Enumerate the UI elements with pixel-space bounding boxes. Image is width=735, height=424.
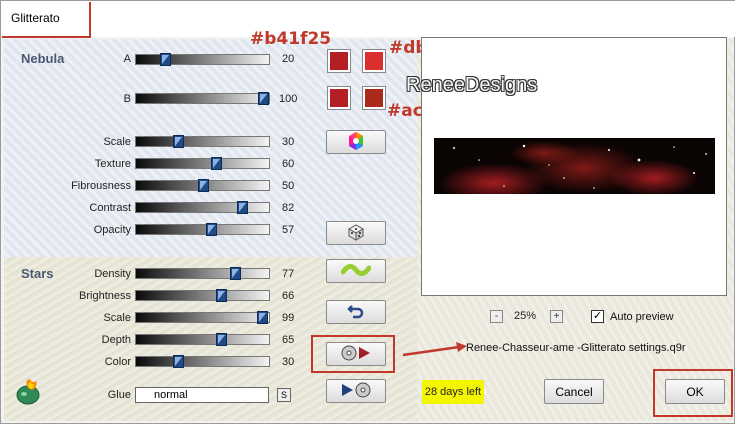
randomize-button[interactable] — [326, 221, 386, 245]
param-label-depth: Depth — [101, 334, 131, 346]
slider-a-thumb[interactable] — [160, 53, 171, 66]
color-swatch-b-left[interactable] — [327, 86, 351, 110]
zoom-in-button[interactable]: + — [550, 310, 563, 323]
glue-mode-select[interactable]: normal — [135, 387, 269, 403]
slider-opacity[interactable] — [135, 223, 270, 236]
value-scale: 30 — [282, 136, 295, 148]
value-density: 77 — [282, 268, 295, 280]
title-highlight-box — [2, 2, 91, 38]
trial-days-badge: 28 days left — [422, 380, 484, 404]
slider-contrast[interactable] — [135, 201, 270, 214]
color-wheel-icon — [346, 131, 366, 154]
value-contrast: 82 — [282, 202, 295, 214]
glue-label: Glue — [107, 389, 131, 401]
slider-depth[interactable] — [135, 333, 270, 346]
param-label-scale: Scale — [103, 136, 131, 148]
value-brightness: 66 — [282, 290, 295, 302]
color-swatch-a-right[interactable] — [362, 49, 386, 73]
slider-contrast-thumb[interactable] — [237, 201, 248, 214]
value-a: 20 — [282, 53, 295, 65]
nebula-preview-image — [434, 138, 715, 194]
param-label-brightness: Brightness — [79, 290, 131, 302]
slider-brightness-thumb[interactable] — [216, 289, 227, 302]
slider-texture[interactable] — [135, 157, 270, 170]
zoom-out-button[interactable]: - — [490, 310, 503, 323]
slider-brightness[interactable] — [135, 289, 270, 302]
param-label-b: B — [123, 93, 131, 105]
hex-annotation-a-left: #b41f25 — [250, 29, 332, 49]
color-swatch-a-left[interactable] — [327, 49, 351, 73]
value-star-scale: 99 — [282, 312, 295, 324]
load-button-highlight — [311, 335, 395, 373]
slider-a[interactable] — [135, 53, 270, 66]
param-label-density: Density — [94, 268, 131, 280]
slider-texture-thumb[interactable] — [211, 157, 222, 170]
value-opacity: 57 — [282, 224, 295, 236]
slider-b-thumb[interactable] — [258, 92, 269, 105]
slider-fibrousness-thumb[interactable] — [198, 179, 209, 192]
param-label-star-scale: Scale — [103, 312, 131, 324]
undo-button[interactable] — [326, 300, 386, 324]
auto-preview-checkbox[interactable]: ✓ — [591, 310, 604, 323]
settings-filename: Renee-Chasseur-ame -Glitterato settings.… — [466, 342, 686, 354]
param-label-contrast: Contrast — [89, 202, 131, 214]
slider-scale-thumb[interactable] — [173, 135, 184, 148]
color-swatch-b-right[interactable] — [362, 86, 386, 110]
arrow-annotation-icon — [402, 342, 467, 357]
wave-button[interactable] — [326, 259, 386, 283]
param-label-a: A — [123, 53, 131, 65]
value-fibrousness: 50 — [282, 180, 295, 192]
disk-save-icon — [339, 381, 373, 402]
slider-color-thumb[interactable] — [173, 355, 184, 368]
glue-settings-button[interactable]: S — [277, 388, 291, 402]
title-bar: Glitterato — [1, 1, 735, 37]
value-b: 100 — [279, 93, 298, 105]
param-label-texture: Texture — [94, 158, 131, 170]
save-settings-button[interactable] — [326, 379, 386, 403]
slider-star-scale[interactable] — [135, 311, 270, 324]
slider-star-scale-thumb[interactable] — [257, 311, 268, 324]
slider-fibrousness[interactable] — [135, 179, 270, 192]
slider-density[interactable] — [135, 267, 270, 280]
slider-depth-thumb[interactable] — [216, 333, 227, 346]
param-label-opacity: Opacity — [93, 224, 131, 236]
ok-button-highlight — [653, 369, 733, 417]
zoom-level: 25% — [514, 310, 537, 322]
glitterato-dialog: Glitterato Nebula Stars A 20 B 100 Scale… — [0, 0, 735, 424]
slider-opacity-thumb[interactable] — [206, 223, 217, 236]
param-label-fibrousness: Fibrousness — [71, 180, 131, 192]
value-texture: 60 — [282, 158, 295, 170]
slider-scale[interactable] — [135, 135, 270, 148]
dice-icon — [346, 222, 366, 245]
color-wheel-button[interactable] — [326, 130, 386, 154]
slider-color[interactable] — [135, 355, 270, 368]
plugin-logo-icon — [14, 378, 44, 411]
undo-icon — [347, 302, 365, 323]
slider-b[interactable] — [135, 92, 270, 105]
wave-icon — [340, 262, 372, 281]
auto-preview-label: Auto preview — [610, 311, 674, 323]
preview-watermark: ReneeDesigns — [406, 74, 538, 96]
slider-density-thumb[interactable] — [230, 267, 241, 280]
param-label-color: Color — [104, 356, 131, 368]
cancel-button[interactable]: Cancel — [544, 379, 604, 404]
